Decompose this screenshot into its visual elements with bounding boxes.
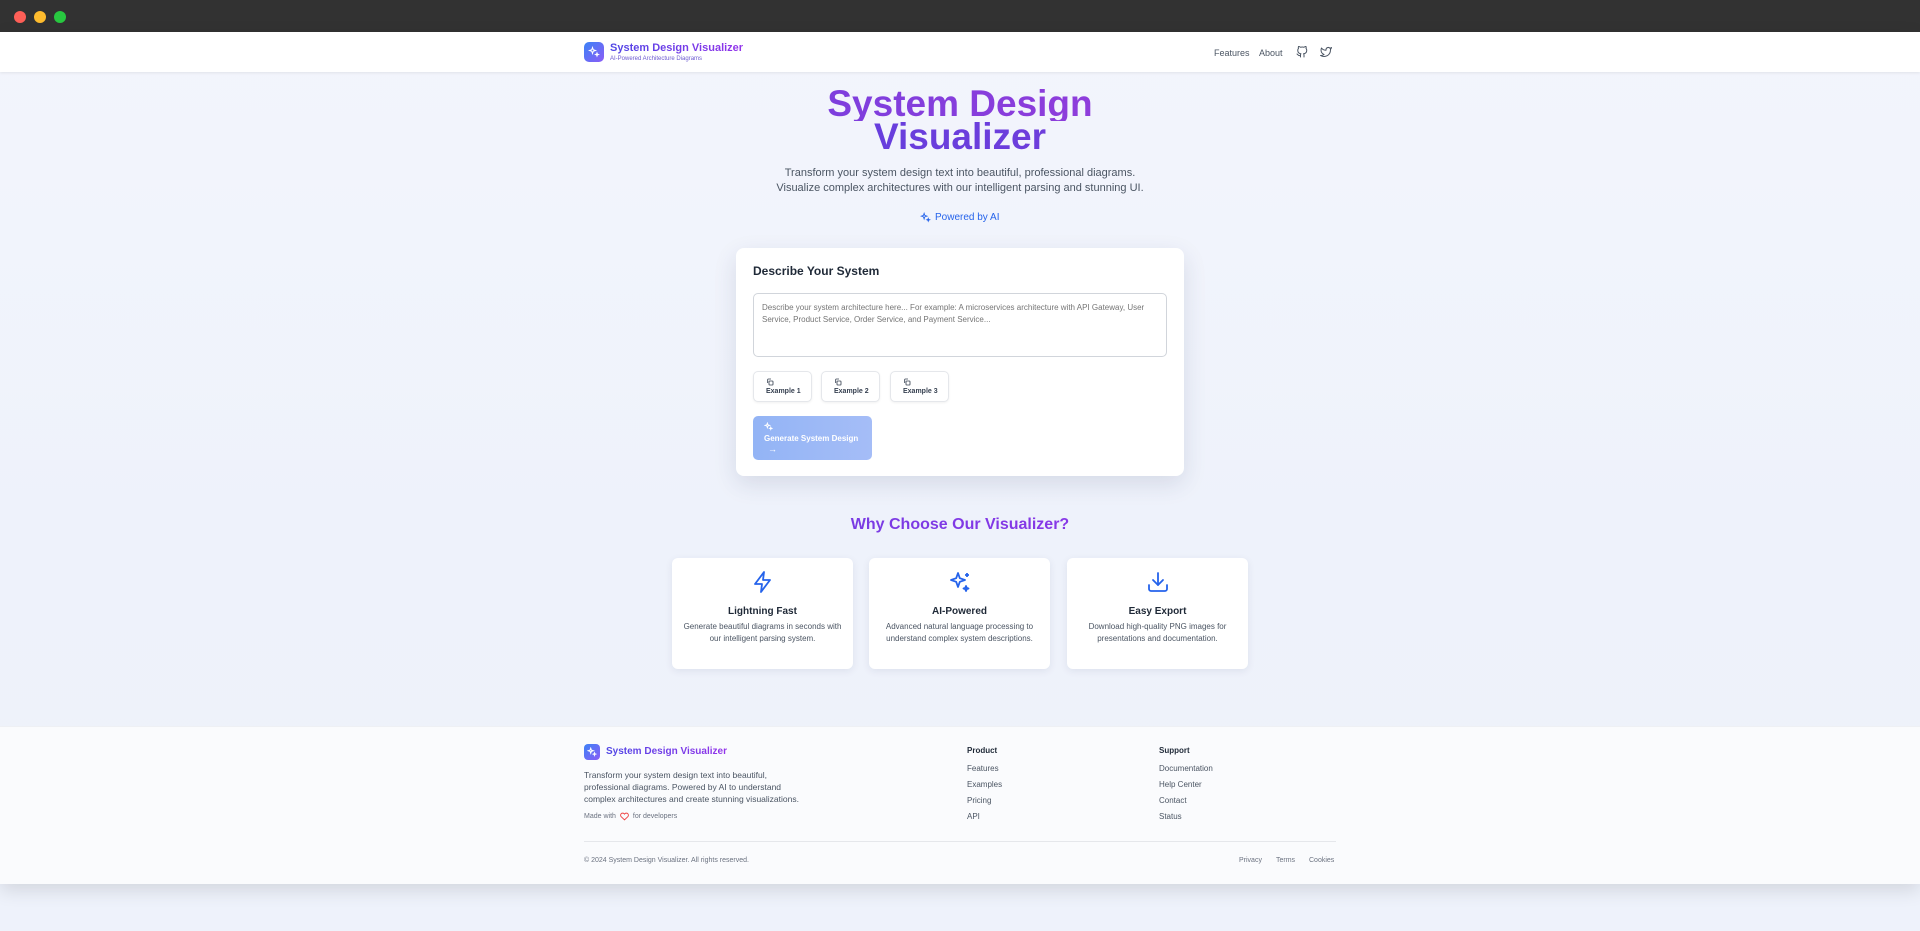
brand-title[interactable]: System Design Visualizer	[610, 42, 743, 54]
close-window-button[interactable]	[14, 11, 26, 23]
copyright-text: © 2024 System Design Visualizer. All rig…	[584, 857, 749, 864]
feature-card-easy-export: Easy Export Download high-quality PNG im…	[1067, 558, 1248, 669]
feature-description: Download high-quality PNG images for pre…	[1088, 622, 1227, 643]
powered-by-ai-label: Powered by AI	[935, 211, 1000, 223]
describe-system-card: Describe Your System Example 1 Example 2…	[736, 248, 1184, 476]
example-3-label: Example 3	[903, 388, 938, 395]
footer-link-help-center[interactable]: Help Center	[1159, 780, 1202, 789]
feature-description: Generate beautiful diagrams in seconds w…	[683, 622, 842, 643]
hero-description-line1: Transform your system design text into b…	[784, 167, 1136, 179]
made-with-prefix: Made with	[584, 813, 616, 820]
footer-link-contact[interactable]: Contact	[1159, 796, 1187, 805]
system-description-input[interactable]	[753, 293, 1167, 357]
footer-description: Transform your system design text into b…	[584, 770, 799, 804]
powered-by-ai-badge: Powered by AI	[920, 210, 1000, 224]
feature-title: Easy Export	[1128, 606, 1187, 617]
brand-logo[interactable]	[584, 42, 604, 62]
generate-system-design-button[interactable]: Generate System Design →	[753, 416, 872, 460]
example-2-label: Example 2	[834, 388, 869, 395]
footer-link-cookies[interactable]: Cookies	[1309, 857, 1334, 864]
footer-link-api[interactable]: API	[967, 812, 980, 821]
sparkles-icon	[764, 422, 773, 431]
top-navbar: System Design Visualizer AI-Powered Arch…	[0, 32, 1920, 72]
window-titlebar	[0, 0, 1920, 32]
why-choose-heading: Why Choose Our Visualizer?	[660, 516, 1260, 534]
footer-link-pricing[interactable]: Pricing	[967, 796, 991, 805]
feature-card-lightning-fast: Lightning Fast Generate beautiful diagra…	[672, 558, 853, 669]
download-icon	[1148, 572, 1168, 592]
minimize-window-button[interactable]	[34, 11, 46, 23]
example-1-button[interactable]: Example 1	[753, 371, 812, 402]
footer-divider	[584, 841, 1336, 842]
feature-title: AI-Powered	[931, 606, 987, 617]
sparkles-icon	[920, 211, 931, 223]
footer-link-terms[interactable]: Terms	[1276, 857, 1295, 864]
footer-link-features[interactable]: Features	[967, 764, 999, 773]
lightning-icon	[754, 571, 771, 593]
footer-brand[interactable]: System Design Visualizer	[606, 746, 727, 757]
example-2-button[interactable]: Example 2	[821, 371, 880, 402]
footer-logo[interactable]	[584, 744, 600, 760]
arrow-right-icon: →	[768, 444, 777, 454]
feature-title: Lightning Fast	[728, 606, 797, 617]
card-title: Describe Your System	[753, 264, 880, 278]
sparkles-icon	[950, 572, 970, 592]
footer-link-documentation[interactable]: Documentation	[1159, 764, 1213, 773]
copy-icon	[835, 378, 842, 386]
nav-about-link[interactable]: About	[1259, 48, 1283, 58]
copy-icon	[904, 378, 911, 386]
brand-subtitle: AI-Powered Architecture Diagrams	[610, 56, 703, 62]
feature-card-ai-powered: AI-Powered Advanced natural language pro…	[869, 558, 1050, 669]
footer-support-heading: Support	[1159, 746, 1190, 755]
hero-description-line2: Visualize complex architectures with our…	[776, 182, 1144, 194]
generate-button-label: Generate System Design	[764, 434, 859, 443]
example-1-label: Example 1	[766, 388, 801, 395]
sparkles-icon	[588, 46, 600, 58]
footer-product-heading: Product	[967, 746, 998, 755]
copy-icon	[767, 378, 774, 386]
footer-link-examples[interactable]: Examples	[967, 780, 1002, 789]
sparkles-icon	[587, 747, 597, 757]
nav-features-link[interactable]: Features	[1214, 48, 1250, 58]
maximize-window-button[interactable]	[54, 11, 66, 23]
footer-link-status[interactable]: Status	[1159, 812, 1182, 821]
example-3-button[interactable]: Example 3	[890, 371, 949, 402]
feature-description: Advanced natural language processing to …	[885, 622, 1034, 643]
made-with-suffix: for developers	[632, 813, 678, 820]
github-icon[interactable]	[1296, 46, 1308, 58]
hero-title-line2: Visualizer	[560, 118, 1360, 155]
made-with-love: Made with for developers	[584, 812, 677, 821]
footer-link-privacy[interactable]: Privacy	[1239, 857, 1262, 864]
app-window: System Design Visualizer AI-Powered Arch…	[0, 32, 1920, 884]
heart-icon	[620, 812, 629, 821]
twitter-icon[interactable]	[1320, 46, 1332, 58]
page-footer: System Design Visualizer Transform your …	[0, 726, 1920, 884]
